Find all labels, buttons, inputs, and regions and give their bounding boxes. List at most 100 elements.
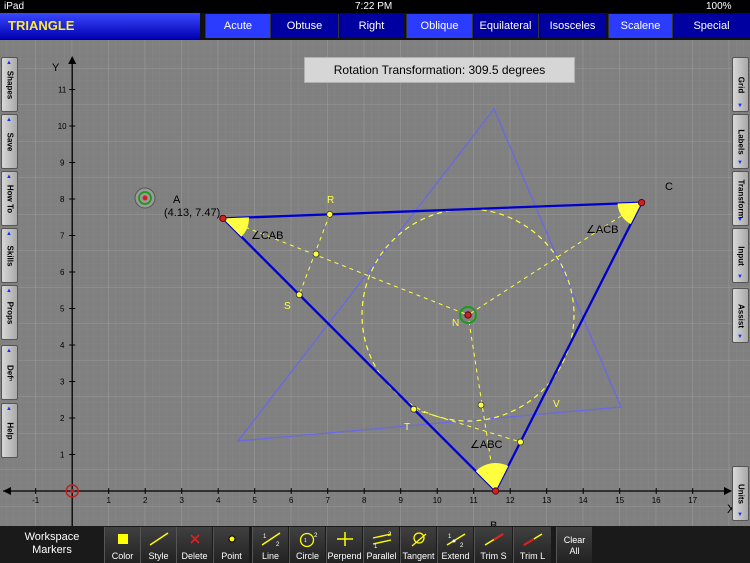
y-tick-label: 9 bbox=[60, 159, 65, 168]
x-tick-label: 2 bbox=[143, 496, 148, 505]
y-tick-label: 2 bbox=[60, 414, 65, 423]
side-tab-how-to[interactable]: ▲ How To bbox=[1, 171, 18, 226]
style-tool[interactable]: Style bbox=[140, 527, 176, 563]
x-tick-label: 15 bbox=[615, 496, 624, 505]
side-tab-grid[interactable]: Grid ▼ bbox=[732, 57, 749, 112]
angle-label-cab: ∠CAB bbox=[251, 230, 283, 242]
x-tick-label: 17 bbox=[688, 496, 697, 505]
construction-point bbox=[517, 438, 524, 446]
construction-point bbox=[326, 210, 334, 218]
side-tab-labels[interactable]: Labels ▼ bbox=[732, 114, 749, 169]
point-label-t: T bbox=[404, 422, 410, 433]
x-tick-label: 3 bbox=[179, 496, 184, 505]
y-tick-label: 3 bbox=[60, 378, 65, 387]
y-tick-label: 5 bbox=[60, 305, 65, 314]
tab-acute[interactable]: Acute bbox=[205, 14, 270, 38]
battery-label: 100% bbox=[706, 1, 732, 12]
side-tab-units[interactable]: Units ▼ bbox=[732, 466, 749, 521]
delete-tool[interactable]: Delete bbox=[176, 527, 212, 563]
x-tick-label: 5 bbox=[252, 496, 257, 505]
line-tool[interactable]: 12 Line bbox=[252, 527, 288, 563]
point-label-r: R bbox=[327, 195, 334, 206]
tab-right[interactable]: Right bbox=[338, 14, 404, 38]
y-tick-label: 11 bbox=[58, 86, 67, 95]
svg-text:2: 2 bbox=[388, 532, 392, 538]
arrow-down-icon: ▼ bbox=[737, 512, 743, 518]
side-tab-help[interactable]: ▲ Help bbox=[1, 403, 18, 458]
transformation-banner: Rotation Transformation: 309.5 degrees bbox=[304, 57, 575, 83]
trim-short-icon bbox=[484, 533, 504, 546]
circle-tool[interactable]: 21 Circle bbox=[289, 527, 325, 563]
vertex-point bbox=[637, 199, 646, 207]
side-tab-props[interactable]: ▲ Props bbox=[1, 285, 18, 340]
svg-text:1: 1 bbox=[304, 538, 307, 544]
carrier-label: iPad bbox=[4, 1, 25, 12]
graph-canvas[interactable]: -1 1 2 3 4 5 6 7 8 9 10 11 12 13 14 15 16 171234567891011… bbox=[0, 40, 750, 526]
vertex-point bbox=[491, 487, 500, 495]
side-tab-definitions[interactable]: ▲ Defⁿ bbox=[1, 345, 18, 400]
x-tick-label: 8 bbox=[362, 496, 367, 505]
point-label-v: V bbox=[553, 399, 560, 410]
side-tab-assist[interactable]: Assist ▼ bbox=[732, 288, 749, 343]
clock: 7:22 PM bbox=[355, 1, 393, 12]
arrow-down-icon: ▼ bbox=[737, 217, 743, 223]
extend-tool[interactable]: 12 Extend bbox=[437, 527, 473, 563]
line-icon: 12 bbox=[261, 532, 280, 548]
tab-scalene[interactable]: Scalene bbox=[608, 14, 672, 38]
arrow-up-icon: ▲ bbox=[6, 174, 12, 180]
svg-text:2: 2 bbox=[460, 543, 464, 548]
construction-point bbox=[295, 291, 303, 299]
side-tab-input[interactable]: Input ▼ bbox=[732, 228, 749, 283]
construction-point bbox=[477, 401, 485, 409]
arrow-up-icon: ▲ bbox=[6, 117, 12, 123]
y-tick-label: 4 bbox=[60, 341, 65, 350]
tangent-icon bbox=[411, 532, 426, 547]
x-tick-label: 7 bbox=[325, 496, 330, 505]
tab-obtuse[interactable]: Obtuse bbox=[270, 14, 338, 38]
arrow-down-icon: ▼ bbox=[737, 103, 743, 109]
x-tick-label: 11 bbox=[470, 496, 479, 505]
y-tick-label: 7 bbox=[60, 232, 65, 241]
tab-oblique[interactable]: Oblique bbox=[406, 14, 472, 38]
circle-icon: 21 bbox=[299, 532, 318, 548]
arrow-down-icon: ▼ bbox=[737, 334, 743, 340]
tab-equilateral[interactable]: Equilateral bbox=[472, 14, 538, 38]
side-tab-shapes[interactable]: ▲ Shapes bbox=[1, 57, 18, 112]
y-tick-label: 8 bbox=[60, 195, 65, 204]
perpendicular-icon bbox=[336, 532, 353, 546]
line-style-icon bbox=[149, 532, 168, 546]
tangent-tool[interactable]: Tangent bbox=[400, 527, 436, 563]
construction-point bbox=[410, 405, 418, 413]
parallel-tool[interactable]: 21 Parallel bbox=[363, 527, 399, 563]
y-tick-label: 10 bbox=[58, 122, 67, 131]
x-tick-label: 13 bbox=[542, 496, 551, 505]
arrow-down-icon: ▼ bbox=[737, 160, 743, 166]
tab-special[interactable]: Special bbox=[672, 14, 750, 38]
perpendicular-tool[interactable]: Perpend bbox=[326, 527, 362, 563]
workspace-markers-label[interactable]: Workspace Markers bbox=[0, 526, 104, 563]
point-label-n: N bbox=[452, 318, 459, 329]
x-tick-label: 6 bbox=[289, 496, 294, 505]
trim-long-icon bbox=[522, 533, 542, 546]
clear-all-button[interactable]: Clear All bbox=[556, 527, 592, 563]
side-tab-transform[interactable]: Transform ▼ bbox=[732, 171, 749, 226]
x-tick-label: 4 bbox=[216, 496, 221, 505]
svg-text:2: 2 bbox=[314, 533, 318, 539]
x-tick-label: 12 bbox=[506, 496, 515, 505]
x-tick-label: 14 bbox=[579, 496, 588, 505]
side-tab-save[interactable]: ▲ Save bbox=[1, 114, 18, 169]
point-tool[interactable]: Point bbox=[213, 527, 249, 563]
vertex-a-coordinates: (4.13, 7.47) bbox=[164, 207, 220, 219]
trim-long-tool[interactable]: Trim L bbox=[513, 527, 551, 563]
point-label-s: S bbox=[284, 301, 291, 312]
point-icon bbox=[228, 535, 235, 543]
x-tick-label: 10 bbox=[433, 496, 442, 505]
side-tab-skills[interactable]: ▲ Skills bbox=[1, 228, 18, 283]
color-tool[interactable]: Color bbox=[104, 527, 140, 563]
y-tick-label: 6 bbox=[60, 268, 65, 277]
angle-label-acb: ∠ACB bbox=[586, 224, 618, 236]
construction-point bbox=[312, 250, 320, 258]
svg-text:1: 1 bbox=[448, 534, 452, 540]
trim-short-tool[interactable]: Trim S bbox=[474, 527, 512, 563]
tab-isosceles[interactable]: Isosceles bbox=[538, 14, 606, 38]
